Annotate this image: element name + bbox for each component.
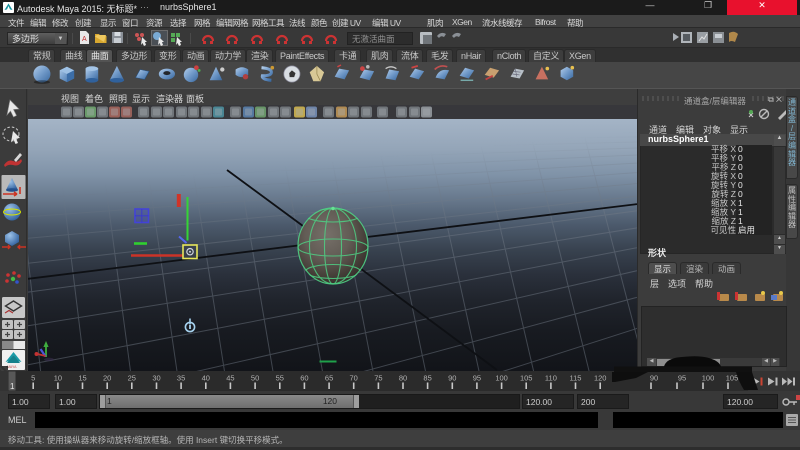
svg-text:20: 20 [103, 374, 111, 383]
svg-text:35: 35 [177, 374, 185, 383]
svg-text:95: 95 [473, 374, 481, 383]
svg-text:115: 115 [570, 374, 582, 383]
svg-text:MAYA: MAYA [7, 365, 17, 369]
svg-text:25: 25 [128, 374, 136, 383]
svg-text:90: 90 [448, 374, 456, 383]
svg-text:65: 65 [325, 374, 333, 383]
svg-text:45: 45 [226, 374, 234, 383]
svg-text:1: 1 [10, 382, 15, 391]
svg-text:A: A [82, 36, 87, 43]
svg-text:55: 55 [276, 374, 284, 383]
svg-text:110: 110 [545, 374, 557, 383]
svg-text:80: 80 [399, 374, 407, 383]
svg-text:15: 15 [78, 374, 86, 383]
svg-text:70: 70 [350, 374, 358, 383]
svg-text:10: 10 [54, 374, 62, 383]
svg-text:105: 105 [520, 374, 533, 383]
svg-text:100: 100 [495, 374, 508, 383]
svg-text:5: 5 [31, 374, 35, 383]
svg-text:75: 75 [374, 374, 382, 383]
svg-text:60: 60 [300, 374, 308, 383]
svg-text:50: 50 [251, 374, 259, 383]
svg-text:30: 30 [152, 374, 160, 383]
svg-text:40: 40 [202, 374, 210, 383]
svg-text:85: 85 [423, 374, 431, 383]
